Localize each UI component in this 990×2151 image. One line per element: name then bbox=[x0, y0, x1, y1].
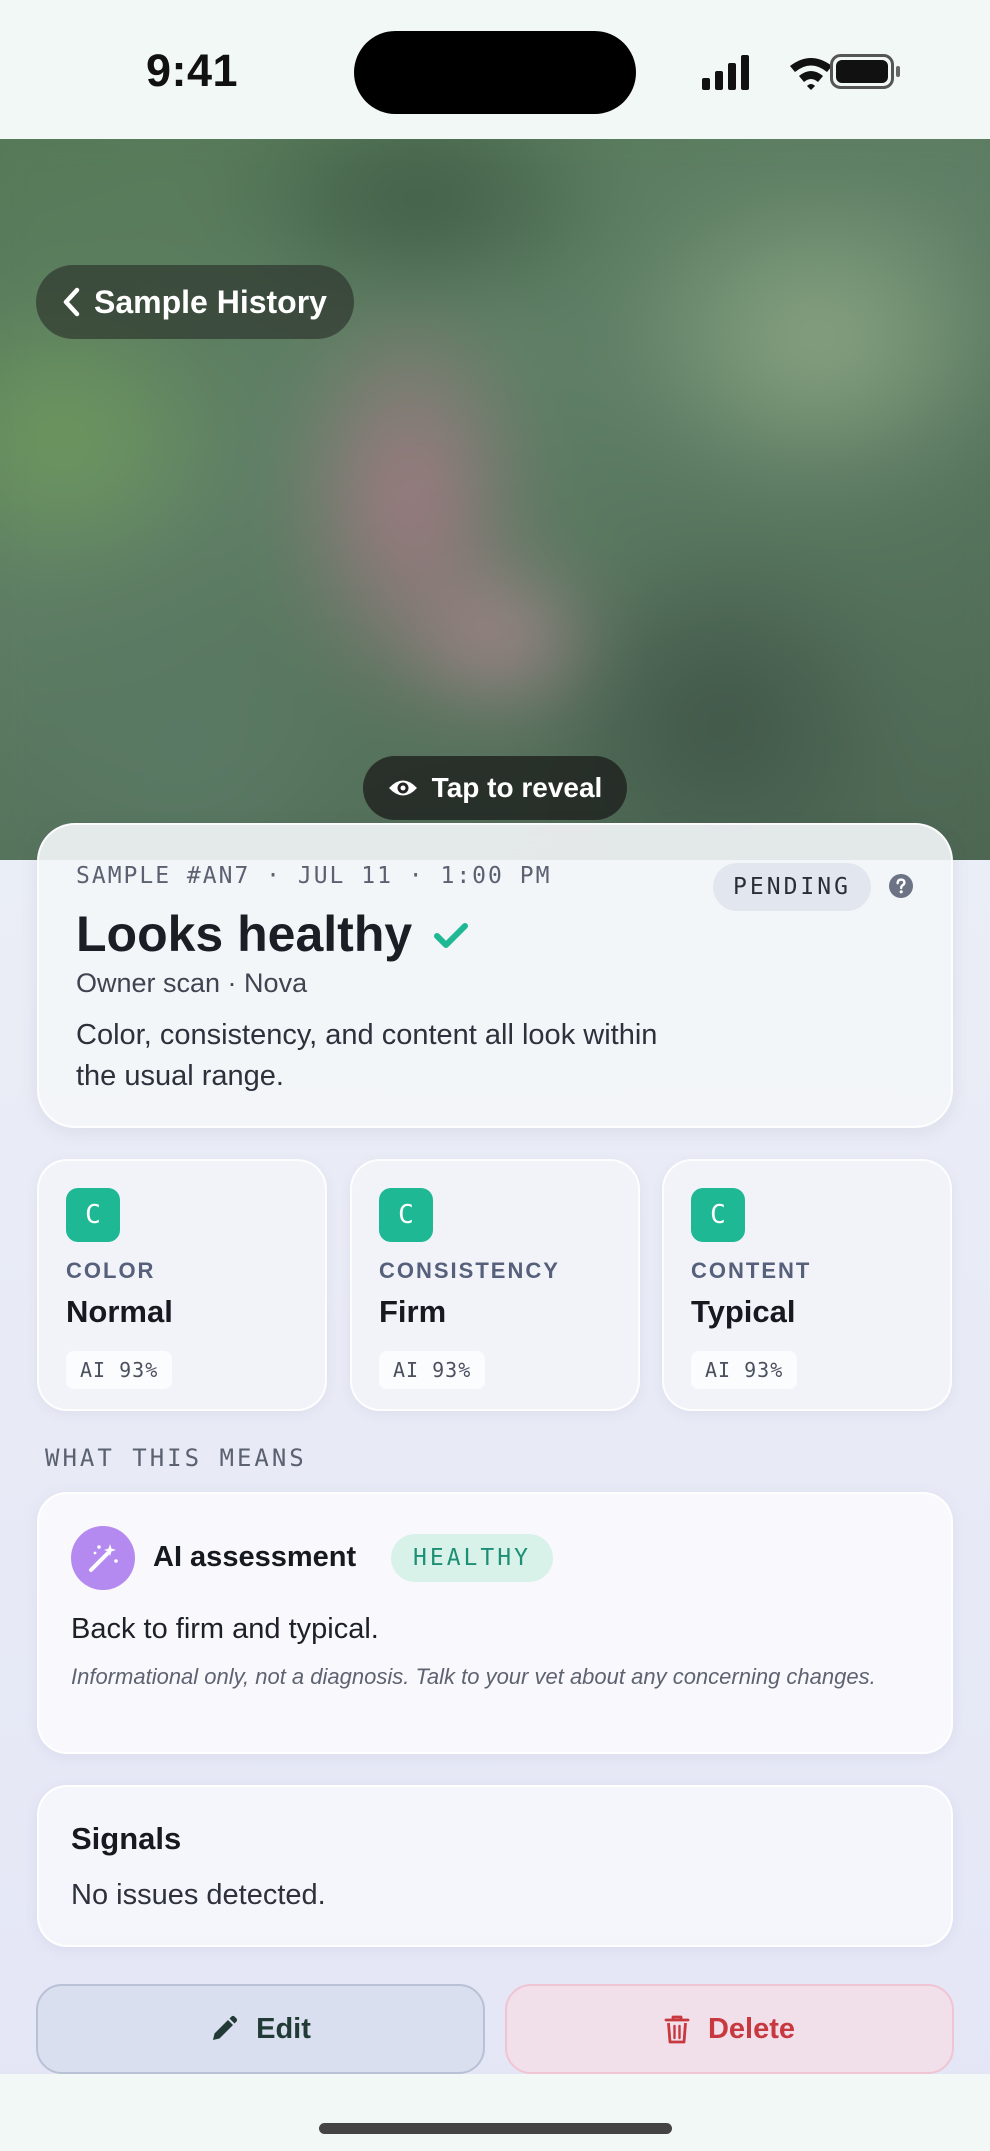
status-time: 9:41 bbox=[146, 45, 239, 96]
grade-chip: C bbox=[691, 1188, 745, 1242]
check-icon bbox=[434, 923, 469, 948]
signals-text: No issues detected. bbox=[71, 1879, 326, 1911]
ai-confidence: AI 93% bbox=[66, 1351, 173, 1389]
status-icons bbox=[702, 54, 900, 90]
home-indicator[interactable] bbox=[319, 2123, 672, 2134]
reveal-label: Tap to reveal bbox=[431, 772, 603, 803]
grade-chip: C bbox=[379, 1188, 433, 1242]
back-button[interactable]: Sample History bbox=[36, 265, 354, 339]
tap-to-reveal-button[interactable]: Tap to reveal bbox=[363, 756, 627, 820]
status-badge: PENDING bbox=[713, 863, 871, 911]
summary-description: Color, consistency, and content all look… bbox=[76, 1019, 658, 1092]
metric-card-color[interactable]: C COLOR Normal AI 93% bbox=[37, 1159, 327, 1411]
battery-icon bbox=[830, 54, 900, 89]
help-icon[interactable] bbox=[889, 874, 913, 898]
chevron-left-icon bbox=[63, 287, 80, 317]
eye-icon bbox=[388, 780, 417, 796]
assessment-title: AI assessment bbox=[153, 1541, 357, 1573]
signals-title: Signals bbox=[71, 1821, 182, 1856]
page-title: Looks healthy bbox=[76, 906, 413, 962]
sample-photo[interactable]: Sample History Tap to reveal bbox=[0, 139, 990, 860]
ai-confidence: AI 93% bbox=[379, 1351, 486, 1389]
back-label: Sample History bbox=[94, 283, 327, 320]
dynamic-island bbox=[354, 31, 636, 114]
ai-assessment-card: AI assessment HEALTHY Back to firm and t… bbox=[37, 1492, 953, 1754]
disclaimer-note: Informational only, not a diagnosis. Tal… bbox=[71, 1664, 876, 1689]
metric-label: COLOR bbox=[66, 1258, 156, 1283]
sample-source: Owner scan · Nova bbox=[76, 968, 308, 998]
assessment-text: Back to firm and typical. bbox=[71, 1613, 379, 1645]
ai-confidence: AI 93% bbox=[691, 1351, 798, 1389]
metric-value: Typical bbox=[691, 1294, 796, 1329]
status-bar: 9:41 bbox=[0, 0, 990, 139]
trash-icon bbox=[664, 2015, 690, 2044]
delete-label: Delete bbox=[707, 2012, 796, 2045]
pencil-icon bbox=[213, 2015, 238, 2040]
summary-title-row: Looks healthy bbox=[76, 905, 469, 963]
metric-value: Normal bbox=[66, 1294, 173, 1329]
wifi-icon bbox=[790, 58, 832, 90]
metric-card-consistency[interactable]: C CONSISTENCY Firm AI 93% bbox=[350, 1159, 640, 1411]
edit-button[interactable]: Edit bbox=[36, 1984, 485, 2074]
magic-wand-icon bbox=[71, 1526, 135, 1590]
signal-icon bbox=[702, 55, 749, 90]
metric-label: CONSISTENCY bbox=[379, 1258, 560, 1283]
section-label: WHAT THIS MEANS bbox=[45, 1444, 307, 1472]
home-indicator-area bbox=[0, 2074, 990, 2151]
signals-card: Signals No issues detected. bbox=[37, 1785, 953, 1947]
metric-label: CONTENT bbox=[691, 1258, 812, 1283]
summary-card: SAMPLE #AN7 · JUL 11 · 1:00 PM PENDING L… bbox=[37, 823, 953, 1128]
delete-button[interactable]: Delete bbox=[505, 1984, 954, 2074]
metric-value: Firm bbox=[379, 1294, 447, 1329]
grade-chip: C bbox=[66, 1188, 120, 1242]
sample-meta: SAMPLE #AN7 · JUL 11 · 1:00 PM bbox=[76, 863, 552, 889]
edit-label: Edit bbox=[256, 2012, 311, 2045]
metric-card-content[interactable]: C CONTENT Typical AI 93% bbox=[662, 1159, 952, 1411]
blurred-photo bbox=[0, 139, 990, 860]
health-badge: HEALTHY bbox=[391, 1534, 553, 1582]
